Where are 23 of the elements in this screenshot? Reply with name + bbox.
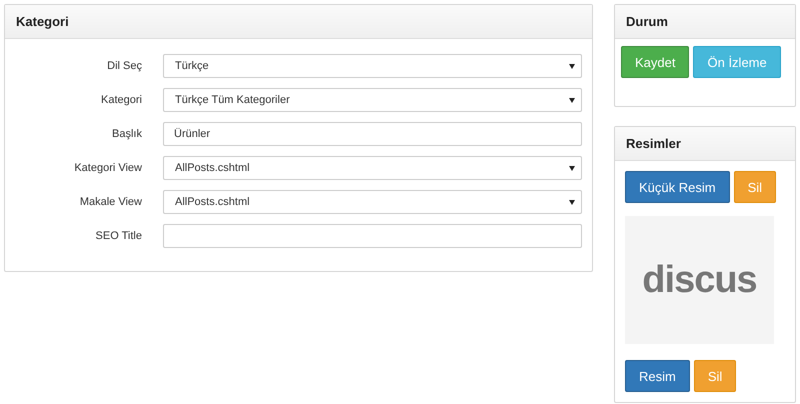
- action-button[interactable]: Küçük Resim: [625, 171, 730, 203]
- select-field[interactable]: AllPosts.cshtml: [163, 156, 582, 180]
- caret-icon: [569, 166, 575, 170]
- logo-text: discus: [642, 258, 757, 302]
- panel-title: Durum: [626, 14, 668, 29]
- field-label: SEO Title: [94, 230, 142, 242]
- caret-icon: [569, 200, 575, 204]
- field-label: Kategori: [100, 94, 142, 106]
- input-field[interactable]: Ürünler: [163, 122, 582, 146]
- select-field[interactable]: Türkçe: [163, 54, 582, 78]
- input-field[interactable]: [163, 224, 582, 248]
- caret-icon: [569, 98, 575, 102]
- action-button[interactable]: Resim: [625, 360, 690, 392]
- select-field[interactable]: AllPosts.cshtml: [163, 190, 582, 214]
- field-label: Dil Seç: [106, 60, 142, 72]
- field-label: Makale View: [78, 196, 142, 208]
- caret-icon: [569, 64, 575, 68]
- select-field[interactable]: Türkçe Tüm Kategoriler: [163, 88, 582, 112]
- field-label: Başlık: [111, 128, 142, 140]
- action-button[interactable]: Kaydet: [621, 46, 690, 78]
- field-label: Kategori View: [73, 162, 142, 174]
- panel-title: Resimler: [626, 136, 681, 151]
- panel-title: Kategori: [16, 14, 69, 29]
